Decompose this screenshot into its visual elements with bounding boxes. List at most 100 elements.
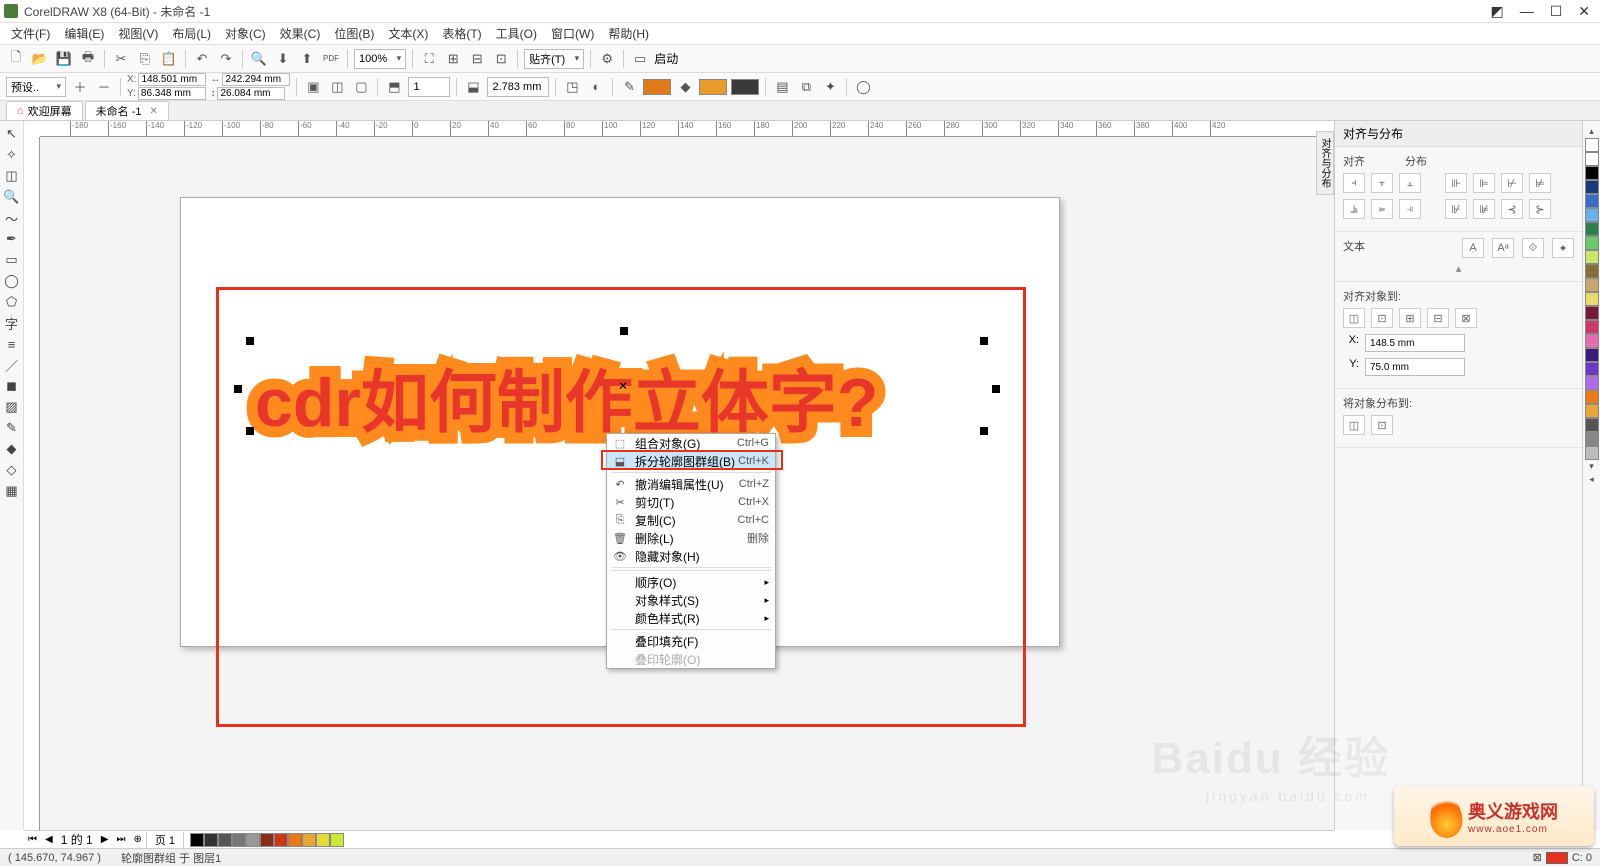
show-grid-button[interactable]: ⊟	[467, 49, 487, 69]
show-rulers-button[interactable]: ⊞	[443, 49, 463, 69]
menu-view[interactable]: 视图(V)	[113, 23, 163, 44]
color-blend-button[interactable]: ◐	[586, 77, 606, 97]
straightline-tool[interactable]: ／	[2, 355, 22, 375]
corner-button[interactable]: ◳	[562, 77, 582, 97]
contour-outside-button[interactable]: ▢	[351, 77, 371, 97]
page-first-button[interactable]: ⏮	[24, 834, 41, 845]
maximize-button[interactable]: ☐	[1550, 3, 1563, 20]
palette-swatch[interactable]	[1585, 418, 1599, 432]
canvas-viewport[interactable]: cdr如何制作立体字? cdr如何制作立体字? ✕ ⬚组合对象(G)Ctrl+G…	[40, 137, 1334, 830]
snap-dropdown[interactable]: 贴齐(T)	[524, 49, 584, 69]
menu-window[interactable]: 窗口(W)	[546, 23, 599, 44]
tab-close-icon[interactable]: ✕	[150, 106, 158, 117]
palette-swatch[interactable]	[1585, 278, 1599, 292]
palette-swatch[interactable]	[1585, 236, 1599, 250]
page-prev-button[interactable]: ◀	[41, 834, 57, 845]
page-next-button[interactable]: ▶	[97, 834, 113, 845]
menu-object[interactable]: 对象(C)	[220, 23, 271, 44]
object-props-button[interactable]: ▤	[772, 77, 792, 97]
palette-swatch[interactable]	[1585, 166, 1599, 180]
contour-inside-button[interactable]: ▣	[303, 77, 323, 97]
menu-effects[interactable]: 效果(C)	[275, 23, 326, 44]
palette-swatch[interactable]	[1585, 320, 1599, 334]
palette-swatch[interactable]	[1585, 250, 1599, 264]
smartfill-tool[interactable]: ▦	[2, 481, 22, 501]
pick-tool[interactable]: ↖	[2, 124, 22, 144]
alignto-active-button[interactable]: ◫	[1343, 308, 1365, 328]
copy-props-button[interactable]: ⧉	[796, 77, 816, 97]
print-button[interactable]: 🖶	[78, 49, 98, 69]
minimize-button[interactable]: —	[1520, 3, 1534, 20]
distto-selection-button[interactable]: ◫	[1343, 415, 1365, 435]
h-input[interactable]	[217, 87, 285, 100]
palette-swatch[interactable]	[1585, 222, 1599, 236]
menu-file[interactable]: 文件(F)	[6, 23, 55, 44]
palette-swatch[interactable]	[1585, 432, 1599, 446]
crop-tool[interactable]: ◫	[2, 166, 22, 186]
freehand-tool[interactable]: ～	[2, 208, 22, 228]
remove-preset-button[interactable]: －	[94, 77, 114, 97]
fullscreen-button[interactable]: ⛶	[419, 49, 439, 69]
dist-right-button[interactable]: ⊭	[1529, 173, 1551, 193]
undo-button[interactable]: ↶	[192, 49, 212, 69]
parallel-tool[interactable]: ≡	[2, 334, 22, 354]
pdf-button[interactable]: PDF	[321, 49, 341, 69]
palette-expand[interactable]: ◂	[1589, 473, 1594, 486]
zoom-dropdown[interactable]: 100%	[354, 49, 406, 69]
align-right-button[interactable]: ⫠	[1399, 173, 1421, 193]
dist-top-button[interactable]: ⊮	[1445, 199, 1467, 219]
polygon-tool[interactable]: ⬠	[2, 292, 22, 312]
alignto-grid-button[interactable]: ⊟	[1427, 308, 1449, 328]
artistic-tool[interactable]: ✒	[2, 229, 22, 249]
text-tool[interactable]: 字	[2, 313, 22, 333]
palette-swatch[interactable]	[1585, 334, 1599, 348]
text-baseline-button[interactable]: Ạ	[1462, 238, 1484, 258]
palette-swatch[interactable]	[1585, 348, 1599, 362]
doc-palette-swatch[interactable]	[302, 833, 316, 847]
save-button[interactable]: 💾	[54, 49, 74, 69]
doc-palette-swatch[interactable]	[246, 833, 260, 847]
fill-tool[interactable]: ◆	[2, 439, 22, 459]
ctx-item-9[interactable]: 颜色样式(R)▸	[607, 609, 775, 627]
align-center-h-button[interactable]: ⫟	[1371, 173, 1393, 193]
outline-color-swatch[interactable]	[643, 79, 671, 95]
export-button[interactable]: ⬆	[297, 49, 317, 69]
doc-palette-swatch[interactable]	[274, 833, 288, 847]
offset-input[interactable]	[487, 77, 549, 97]
ctx-item-8[interactable]: 对象样式(S)▸	[607, 591, 775, 609]
search-button[interactable]: 🔍	[249, 49, 269, 69]
fill-color-swatch[interactable]	[699, 79, 727, 95]
align-left-button[interactable]: ⫞	[1343, 173, 1365, 193]
dist-spacing-h-button[interactable]: ⊬	[1501, 173, 1523, 193]
palette-scroll-up[interactable]: ▴	[1589, 125, 1594, 138]
menu-edit[interactable]: 编辑(E)	[59, 23, 109, 44]
palette-swatch[interactable]	[1585, 362, 1599, 376]
menu-tools[interactable]: 工具(O)	[491, 23, 542, 44]
add-preset-button[interactable]: ＋	[70, 77, 90, 97]
menu-layout[interactable]: 布局(L)	[167, 23, 216, 44]
alignto-page-edge-button[interactable]: ⊡	[1371, 308, 1393, 328]
alignto-x-input[interactable]	[1365, 334, 1465, 352]
page-last-button[interactable]: ⏭	[112, 834, 129, 845]
menu-text[interactable]: 文本(X)	[383, 23, 433, 44]
contour-center-button[interactable]: ◫	[327, 77, 347, 97]
y-input[interactable]	[138, 87, 206, 100]
tab-document[interactable]: 未命名 -1 ✕	[85, 101, 169, 120]
import-button[interactable]: ⬇	[273, 49, 293, 69]
palette-swatch[interactable]	[1585, 152, 1599, 166]
no-color-swatch[interactable]	[1585, 138, 1599, 152]
align-bottom-button[interactable]: ⫣	[1399, 199, 1421, 219]
dist-center-h-button[interactable]: ⊫	[1473, 173, 1495, 193]
cut-button[interactable]: ✂	[111, 49, 131, 69]
open-button[interactable]: 📂	[30, 49, 50, 69]
canvas-area[interactable]: -180-160-140-120-100-80-60-40-2002040608…	[24, 121, 1334, 830]
page-tab[interactable]: 页 1	[146, 832, 184, 848]
copy-button[interactable]: ⎘	[135, 49, 155, 69]
palette-swatch[interactable]	[1585, 376, 1599, 390]
ctx-item-10[interactable]: 叠印填充(F)	[607, 632, 775, 650]
doc-palette-swatch[interactable]	[218, 833, 232, 847]
align-top-button[interactable]: ⫡	[1343, 199, 1365, 219]
menu-help[interactable]: 帮助(H)	[603, 23, 654, 44]
menu-bitmap[interactable]: 位图(B)	[329, 23, 379, 44]
palette-swatch[interactable]	[1585, 208, 1599, 222]
